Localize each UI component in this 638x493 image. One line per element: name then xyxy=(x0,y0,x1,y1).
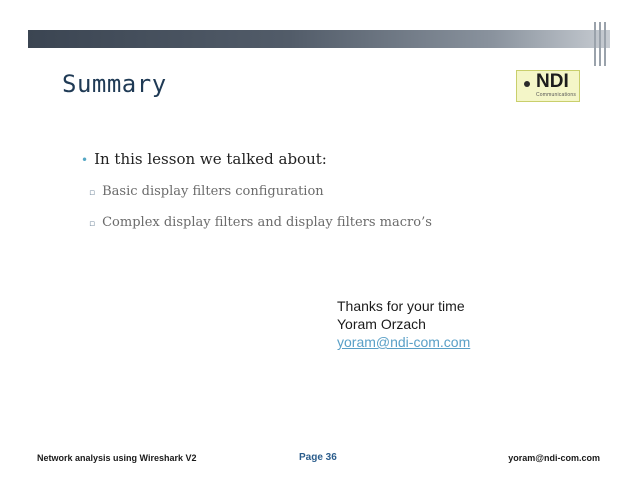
logo-dot-icon xyxy=(524,81,530,87)
sub-bullet-square-icon: ▫ xyxy=(89,219,96,229)
ndi-logo: NDI Communications xyxy=(516,70,580,102)
header-bar-lines xyxy=(594,22,610,66)
sub-bullet-text: Basic display filters configuration xyxy=(102,184,324,199)
footer-page-number: Page 36 xyxy=(299,452,337,463)
footer-course-title: Network analysis using Wireshark V2 xyxy=(37,453,197,463)
email-link[interactable]: yoram@ndi-com.com xyxy=(337,334,470,350)
sub-bullet-text: Complex display filters and display filt… xyxy=(102,215,432,230)
slide-title: Summary xyxy=(62,70,167,98)
header-bar xyxy=(28,30,610,48)
thanks-text: Thanks for your time xyxy=(337,298,465,314)
footer-email: yoram@ndi-com.com xyxy=(508,453,600,463)
logo-subtext: Communications xyxy=(536,92,577,98)
main-bullet-text: In this lesson we talked about: xyxy=(94,150,327,168)
bullet-dot-icon: • xyxy=(81,153,89,167)
closing-block: Thanks for your time Yoram Orzach yoram@… xyxy=(337,297,470,351)
sub-bullet: ▫ Complex display filters and display fil… xyxy=(89,215,432,230)
sub-bullet-square-icon: ▫ xyxy=(89,188,96,198)
author-name: Yoram Orzach xyxy=(337,316,426,332)
main-bullet: • In this lesson we talked about: xyxy=(81,150,327,168)
logo-text: NDI xyxy=(536,71,569,92)
sub-bullet: ▫ Basic display filters configuration xyxy=(89,184,324,199)
